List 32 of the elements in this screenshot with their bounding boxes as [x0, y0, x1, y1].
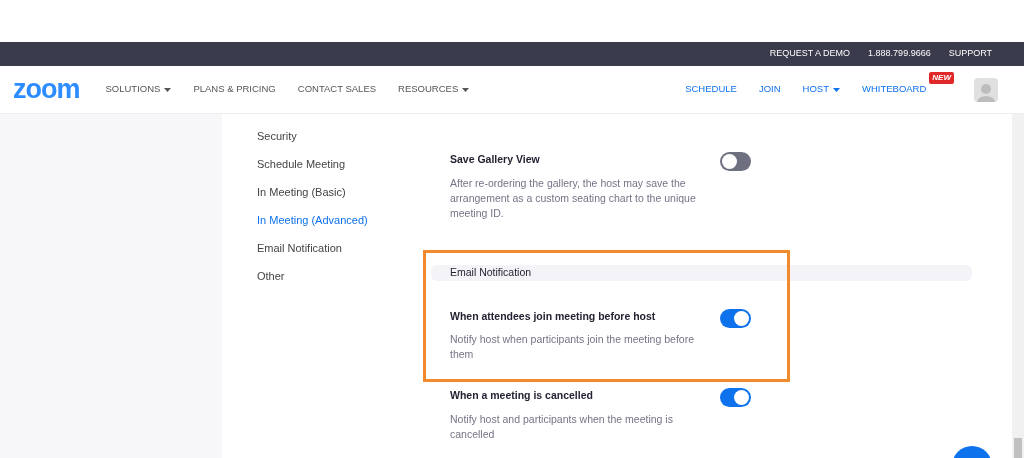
nav-link[interactable]: JOIN [758, 82, 781, 97]
top-bar-link[interactable]: REQUEST A DEMO [769, 47, 851, 61]
nav-link[interactable]: SOLUTIONS [105, 82, 172, 97]
nav-link[interactable]: SCHEDULE [685, 82, 737, 97]
setting-description: Notify host and participants when the meeting is cancelled [450, 412, 674, 442]
setting-title: Save Gallery View [450, 152, 541, 167]
sidebar-item[interactable]: Other [257, 268, 285, 284]
nav-link[interactable]: HOST [802, 82, 840, 97]
setting-title: When attendees join meeting before host [450, 308, 657, 324]
top-bar-link[interactable]: SUPPORT [948, 47, 992, 61]
section-header: Email Notification [431, 264, 972, 281]
setting-title: When a meeting is cancelled [450, 388, 594, 404]
new-badge: NEW [929, 72, 954, 85]
nav-link[interactable]: WHITEBOARD [861, 82, 927, 97]
sidebar-item[interactable]: Schedule Meeting [257, 156, 346, 172]
nav-link[interactable]: RESOURCES [398, 82, 470, 97]
caret-icon [832, 87, 840, 92]
sidebar-item[interactable]: In Meeting (Basic) [257, 184, 346, 200]
setting-description: After re-ordering the gallery, the host may save the arrangement as a custom seating chart to the unique meeting ID. [450, 175, 697, 221]
nav-link[interactable]: CONTACT SALES [297, 82, 377, 97]
sidebar-item[interactable]: Security [257, 128, 297, 144]
setting-description: Notify host when participants join the meeting before them [450, 332, 695, 363]
nav-link[interactable]: PLANS & PRICING [193, 82, 276, 97]
caret-icon [164, 87, 172, 92]
scrollbar[interactable] [1012, 114, 1024, 458]
toggle-switch[interactable] [720, 308, 751, 328]
toggle-switch[interactable] [720, 152, 751, 171]
toggle-switch[interactable] [720, 388, 751, 408]
sidebar-item[interactable]: Email Notification [257, 240, 342, 256]
top-bar-link[interactable]: 1.888.799.9666 [868, 47, 931, 61]
caret-icon [462, 87, 470, 92]
sidebar-item[interactable]: In Meeting (Advanced) [257, 212, 368, 228]
